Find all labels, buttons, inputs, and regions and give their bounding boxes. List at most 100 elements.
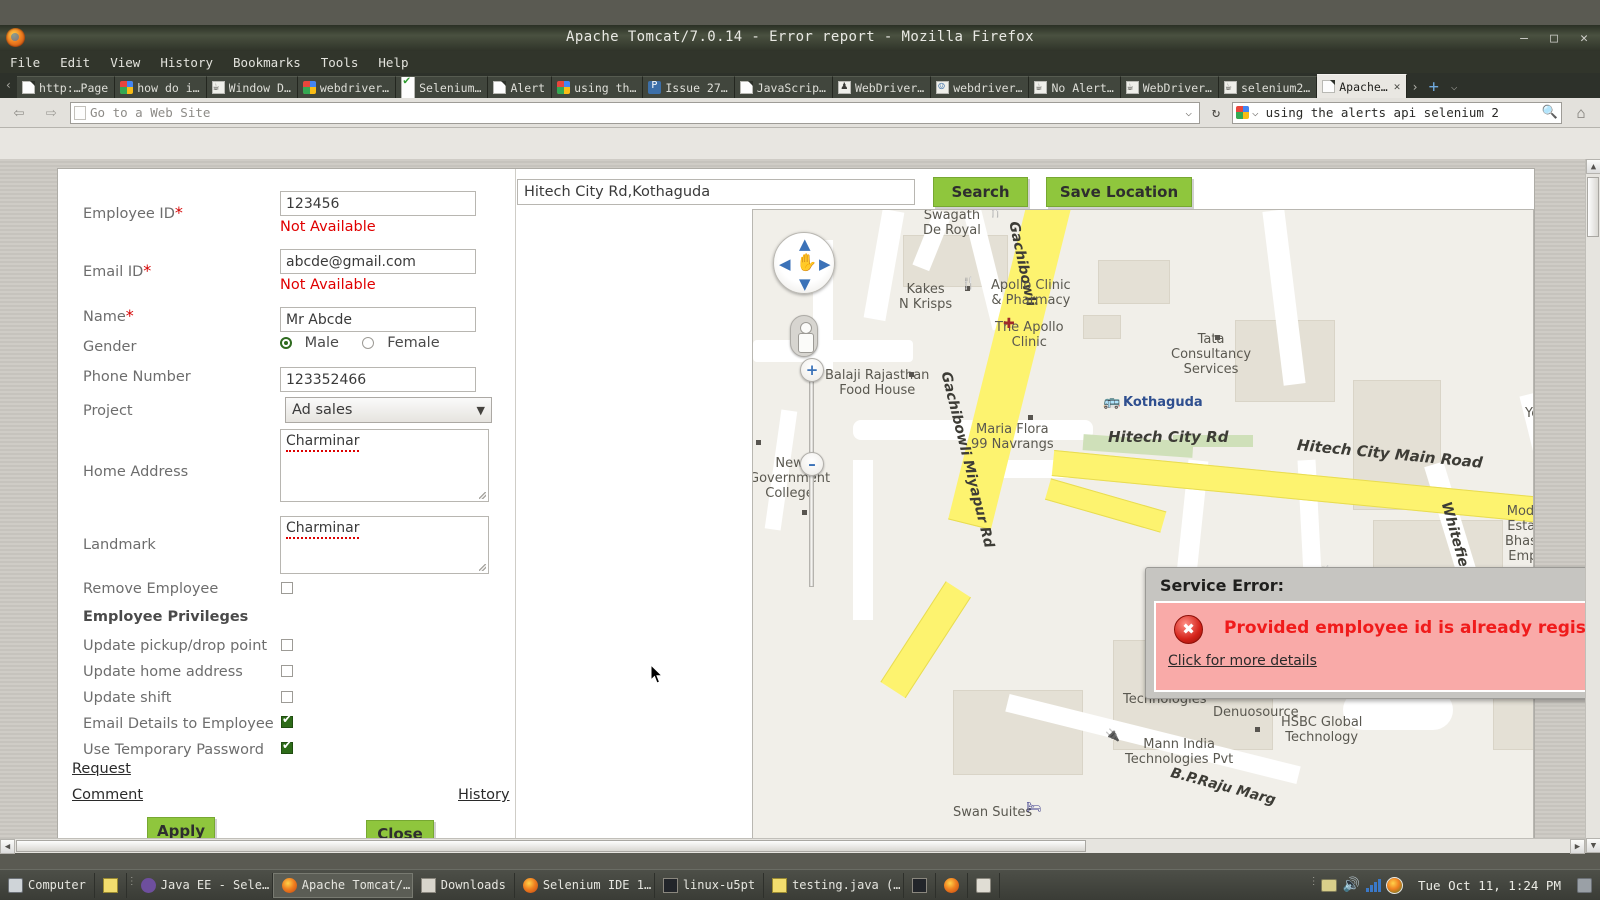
pan-down-icon[interactable]: ▼ bbox=[799, 275, 811, 293]
menu-tools[interactable]: Tools bbox=[321, 55, 359, 70]
taskbar-item-testing-java[interactable]: testing.java (… bbox=[764, 872, 905, 898]
browser-tab[interactable]: webdriver… bbox=[931, 76, 1030, 98]
project-select[interactable]: Ad sales ▼ bbox=[285, 397, 492, 423]
taskbar-item-computer[interactable]: Computer bbox=[0, 872, 95, 898]
map-pan-control[interactable]: ▲ ▼ ◀ ▶ ✋ bbox=[773, 232, 835, 294]
forward-icon[interactable]: ⇨ bbox=[38, 102, 64, 123]
browser-tab[interactable]: Selenium… bbox=[396, 76, 489, 98]
chevron-down-icon[interactable]: ⌵ bbox=[1185, 106, 1196, 119]
landmark-textarea[interactable]: Charminar bbox=[280, 516, 489, 574]
browser-tab[interactable]: WebDriver… bbox=[832, 76, 932, 98]
taskbar-item-selenium-ide[interactable]: Selenium IDE 1… bbox=[515, 872, 655, 898]
taskbar-item-notepad[interactable] bbox=[95, 872, 127, 898]
browser-tab[interactable]: No Alert… bbox=[1029, 76, 1121, 98]
browser-tab[interactable]: http:…Page bbox=[17, 76, 116, 98]
horizontal-scroll-thumb[interactable] bbox=[16, 840, 1086, 852]
minimize-button[interactable]: – bbox=[1516, 31, 1532, 46]
email-details-checkbox[interactable] bbox=[281, 712, 293, 728]
menu-history[interactable]: History bbox=[160, 55, 213, 70]
tab-scroll-right-icon[interactable]: › bbox=[1407, 76, 1422, 98]
maximize-button[interactable]: □ bbox=[1546, 31, 1562, 46]
taskbar-item-downloads[interactable]: Downloads bbox=[413, 872, 515, 898]
search-bar[interactable]: ⌵ using the alerts api selenium 2 🔍 bbox=[1232, 101, 1562, 124]
back-icon[interactable]: ⇦ bbox=[6, 102, 32, 123]
browser-tab[interactable]: Window D… bbox=[206, 76, 298, 98]
vertical-scrollbar[interactable]: ▲ ▼ bbox=[1585, 159, 1600, 853]
update-shift-checkbox[interactable] bbox=[281, 691, 293, 703]
update-home-address-checkbox[interactable] bbox=[281, 665, 293, 677]
show-desktop-icon[interactable] bbox=[1577, 877, 1592, 893]
tab-scroll-left-icon[interactable]: ‹ bbox=[0, 73, 17, 98]
launcher-firefox[interactable] bbox=[936, 872, 969, 898]
pan-up-icon[interactable]: ▲ bbox=[799, 235, 811, 253]
search-button[interactable]: Search bbox=[933, 177, 1028, 207]
menu-bookmarks[interactable]: Bookmarks bbox=[233, 55, 301, 70]
list-all-tabs-icon[interactable]: ⌵ bbox=[1445, 76, 1464, 98]
browser-tab[interactable]: Apache… ✕ bbox=[1317, 74, 1408, 98]
browser-tab[interactable]: selenium2… bbox=[1219, 76, 1318, 98]
launcher-keyboard[interactable] bbox=[968, 872, 1001, 898]
scroll-left-arrow-icon[interactable]: ◀ bbox=[0, 839, 15, 854]
browser-tab[interactable]: Alert bbox=[488, 76, 553, 98]
firefox-tray-icon[interactable] bbox=[1386, 876, 1403, 894]
scroll-right-arrow-icon[interactable]: ▶ bbox=[1570, 839, 1585, 854]
horizontal-scrollbar[interactable]: ◀ ▶ bbox=[0, 838, 1585, 854]
zoom-slider-handle[interactable]: – bbox=[800, 452, 824, 476]
close-tab-icon[interactable]: ✕ bbox=[1394, 80, 1401, 93]
request-link[interactable]: Request bbox=[72, 761, 131, 777]
search-icon[interactable]: 🔍 bbox=[1542, 105, 1558, 120]
name-input[interactable]: Mr Abcde bbox=[280, 307, 476, 332]
menu-edit[interactable]: Edit bbox=[60, 55, 90, 70]
remove-employee-checkbox[interactable] bbox=[281, 582, 293, 594]
pan-left-icon[interactable]: ◀ bbox=[779, 255, 791, 273]
zoom-slider-track[interactable] bbox=[809, 372, 814, 587]
phone-number-input[interactable]: 123352466 bbox=[280, 367, 476, 392]
address-input[interactable]: Hitech City Rd,Kothaguda bbox=[517, 179, 915, 205]
browser-tab[interactable]: JavaScrip… bbox=[734, 76, 833, 98]
browser-tab[interactable]: how do i… bbox=[115, 76, 207, 98]
scroll-up-arrow-icon[interactable]: ▲ bbox=[1586, 159, 1600, 174]
save-location-button[interactable]: Save Location bbox=[1046, 177, 1192, 207]
comment-link[interactable]: Comment bbox=[72, 787, 143, 803]
scroll-down-arrow-icon[interactable]: ▼ bbox=[1586, 838, 1600, 853]
home-icon[interactable]: ⌂ bbox=[1568, 104, 1594, 122]
taskbar-item-linux-terminal[interactable]: linux-u5pt bbox=[655, 872, 765, 898]
temp-password-checkbox[interactable] bbox=[281, 738, 293, 754]
browser-tab[interactable]: using th… bbox=[552, 76, 644, 98]
new-tab-button[interactable]: + bbox=[1423, 76, 1445, 98]
network-icon[interactable] bbox=[1366, 878, 1381, 892]
close-window-button[interactable]: ✕ bbox=[1576, 31, 1592, 46]
history-link[interactable]: History bbox=[458, 787, 510, 803]
home-address-textarea[interactable]: Charminar bbox=[280, 429, 489, 502]
dialog-details-link[interactable]: Click for more details bbox=[1168, 653, 1317, 669]
pan-right-icon[interactable]: ▶ bbox=[819, 255, 831, 273]
vertical-scroll-thumb[interactable] bbox=[1587, 177, 1599, 237]
pegman-streetview-icon[interactable] bbox=[790, 315, 818, 357]
browser-tab[interactable]: Issue 27… bbox=[643, 76, 735, 98]
reload-icon[interactable]: ↻ bbox=[1206, 105, 1226, 121]
menu-help[interactable]: Help bbox=[378, 55, 408, 70]
display-icon[interactable] bbox=[1320, 878, 1337, 892]
pan-hand-icon[interactable]: ✋ bbox=[796, 253, 817, 273]
employee-id-input[interactable]: 123456 bbox=[280, 191, 476, 216]
update-pickup-drop-checkbox[interactable] bbox=[281, 639, 293, 651]
gender-radio-male[interactable] bbox=[280, 337, 292, 349]
url-bar[interactable]: Go to a Web Site ⌵ bbox=[70, 101, 1200, 124]
taskbar-item-apache-tomcat[interactable]: Apache Tomcat/… bbox=[272, 872, 413, 898]
browser-tab[interactable]: webdriver… bbox=[297, 76, 397, 98]
email-id-input[interactable]: abcde@gmail.com bbox=[280, 249, 476, 274]
browser-tab[interactable]: WebDriver… bbox=[1120, 76, 1219, 98]
volume-icon[interactable]: 🔊 bbox=[1343, 877, 1360, 893]
menu-file[interactable]: File bbox=[10, 55, 40, 70]
required-mark: * bbox=[174, 203, 183, 222]
java-icon bbox=[1125, 80, 1139, 94]
map-canvas[interactable]: Gachibowli Gachibowli Miyapur Rd Hitech … bbox=[752, 209, 1534, 852]
menu-view[interactable]: View bbox=[110, 55, 140, 70]
launcher-terminal[interactable] bbox=[904, 872, 937, 898]
search-input-value[interactable]: using the alerts api selenium 2 bbox=[1266, 105, 1499, 120]
gender-radio-female[interactable] bbox=[361, 337, 374, 349]
taskbar-item-java-ee[interactable]: Java EE - Sele… bbox=[133, 872, 273, 898]
zoom-in-button[interactable]: + bbox=[800, 358, 824, 382]
place-label: Modern Estates Bhasker Empire bbox=[1505, 504, 1534, 564]
search-engine-chevron-icon[interactable]: ⌵ bbox=[1252, 106, 1263, 119]
